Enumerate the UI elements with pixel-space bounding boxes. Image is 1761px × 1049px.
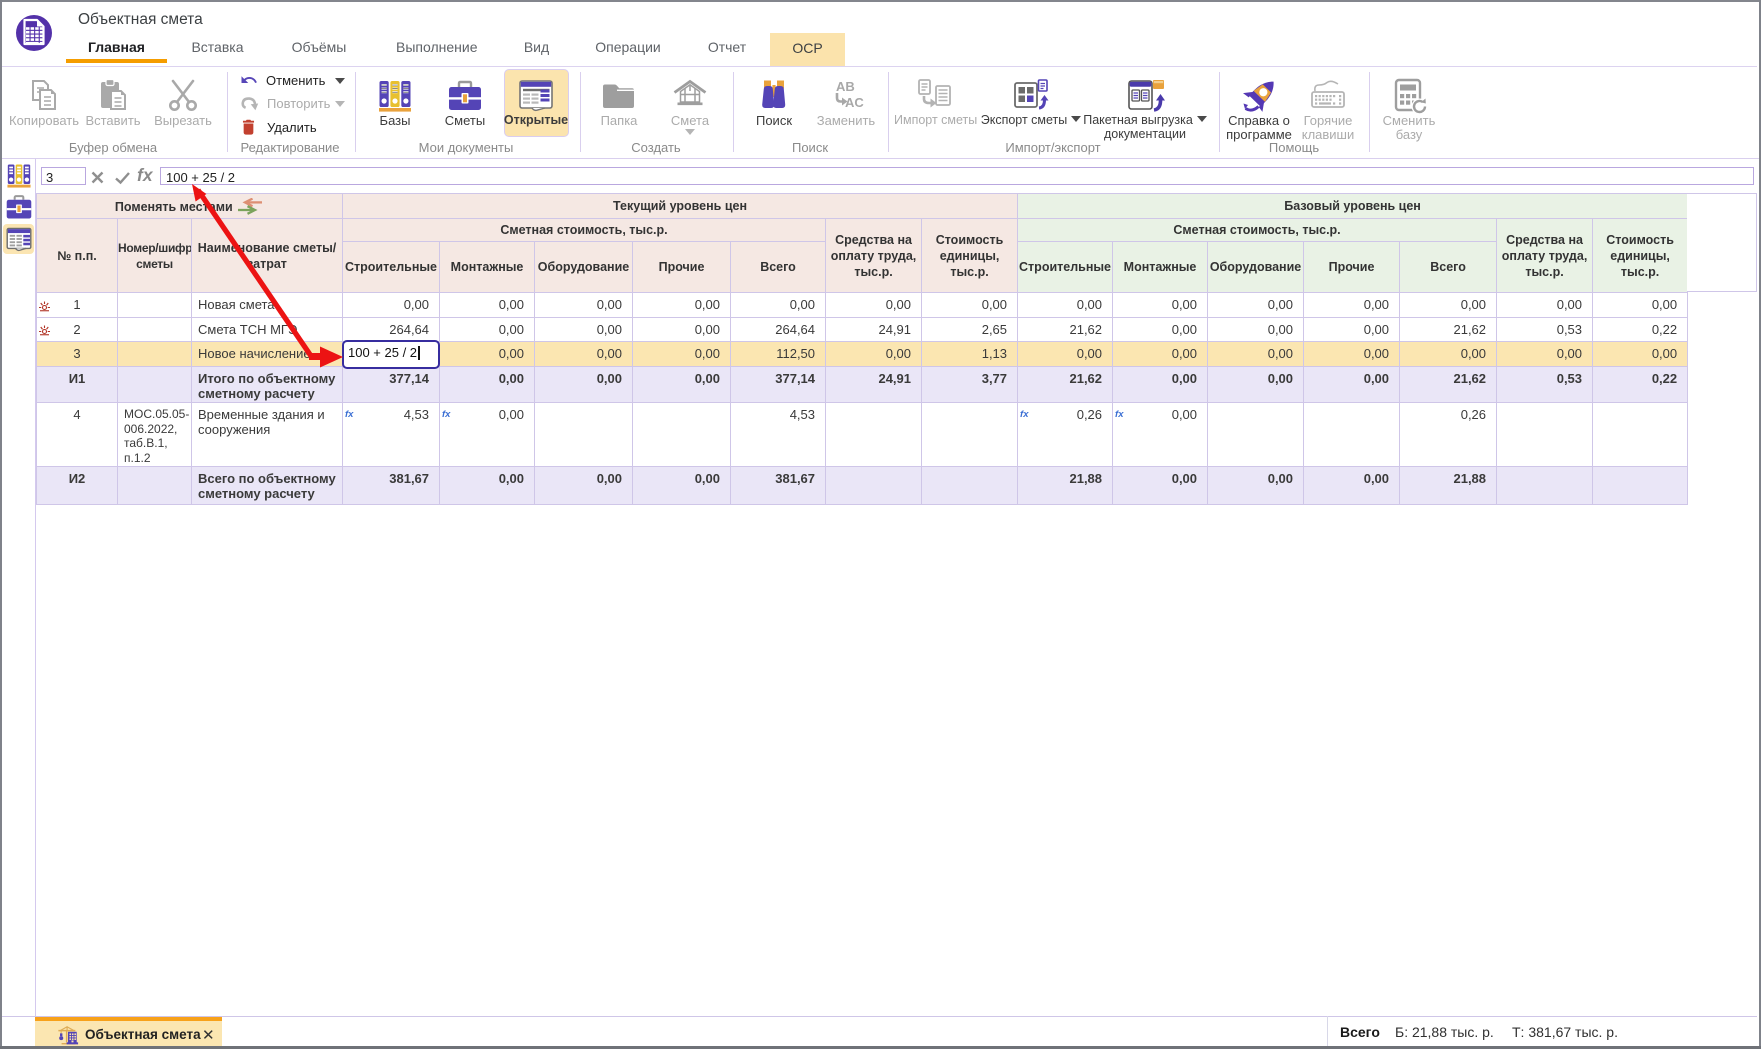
svg-text:AB: AB [836, 79, 855, 94]
svg-text:AC: AC [845, 95, 864, 110]
